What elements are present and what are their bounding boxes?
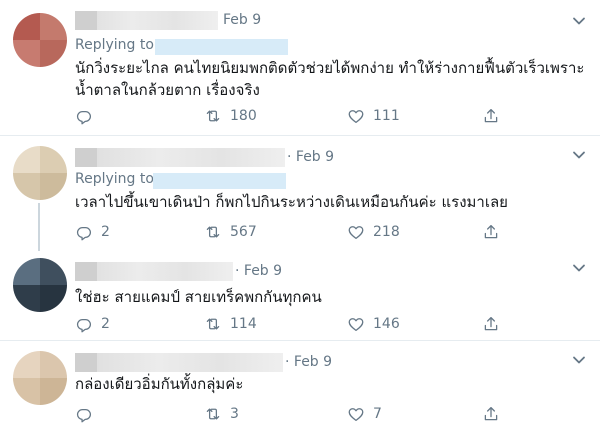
like-button[interactable]: 111: [347, 106, 400, 126]
tweet-text: กล่องเดียวอิ่มกันทั้งกลุ่มค่ะ: [75, 375, 244, 393]
tweet-date[interactable]: · Feb 9: [235, 263, 282, 279]
tweet-date[interactable]: · Feb 9: [285, 354, 332, 370]
retweet-count: 567: [230, 224, 257, 240]
avatar[interactable]: [13, 351, 67, 405]
retweet-button[interactable]: 567: [204, 222, 257, 242]
comment-icon: [75, 405, 93, 423]
like-count: 218: [373, 224, 400, 240]
avatar[interactable]: [13, 258, 67, 312]
share-icon: [482, 405, 500, 423]
chevron-down-icon[interactable]: [572, 150, 586, 160]
comment-icon: [75, 107, 93, 125]
chevron-down-icon[interactable]: [572, 355, 586, 365]
retweet-icon: [204, 223, 222, 241]
share-icon: [482, 223, 500, 241]
share-button[interactable]: [482, 404, 500, 424]
retweet-icon: [204, 405, 222, 423]
retweet-button[interactable]: 114: [204, 314, 257, 334]
author-name[interactable]: [75, 353, 283, 372]
like-count: 146: [373, 316, 400, 332]
avatar[interactable]: [13, 13, 67, 67]
tweet-text: ใช่ฮะ สายแคมป์ สายเทร็คพกกันทุกคน: [75, 288, 322, 306]
retweet-count: 3: [230, 406, 239, 422]
reply-button[interactable]: [75, 404, 101, 424]
tweet-text: เวลาไปขึ้นเขาเดินป่า ก็พกไปกินระหว่างเดิ…: [75, 193, 508, 211]
tweet-1[interactable]: Feb 9 Replying to นักวิ่งระยะไกล คนไทยนิ…: [0, 0, 600, 136]
share-button[interactable]: [482, 106, 500, 126]
author-name[interactable]: [75, 148, 285, 167]
tweet-date[interactable]: Feb 9: [223, 12, 261, 28]
author-name[interactable]: [75, 11, 218, 30]
tweet-4[interactable]: · Feb 9 กล่องเดียวอิ่มกันทั้งกลุ่มค่ะ 3 …: [0, 342, 600, 433]
tweet-date[interactable]: · Feb 9: [287, 149, 334, 165]
comment-icon: [75, 223, 93, 241]
replying-to-handle[interactable]: [153, 173, 286, 189]
reply-button[interactable]: [75, 106, 101, 126]
reply-count: 2: [101, 316, 110, 332]
tweet-2[interactable]: · Feb 9 Replying to เวลาไปขึ้นเขาเดินป่า…: [0, 137, 600, 251]
like-button[interactable]: 7: [347, 404, 382, 424]
like-button[interactable]: 146: [347, 314, 400, 334]
retweet-icon: [204, 315, 222, 333]
retweet-count: 114: [230, 316, 257, 332]
retweet-button[interactable]: 3: [204, 404, 239, 424]
like-button[interactable]: 218: [347, 222, 400, 242]
retweet-button[interactable]: 180: [204, 106, 257, 126]
author-name[interactable]: [75, 262, 233, 281]
share-icon: [482, 315, 500, 333]
share-button[interactable]: [482, 314, 500, 334]
share-button[interactable]: [482, 222, 500, 242]
replying-to-label: Replying to: [75, 171, 154, 187]
like-count: 111: [373, 108, 400, 124]
retweet-count: 180: [230, 108, 257, 124]
replying-to-label: Replying to: [75, 37, 154, 53]
heart-icon: [347, 223, 365, 241]
reply-button[interactable]: 2: [75, 314, 110, 334]
share-icon: [482, 107, 500, 125]
reply-count: 2: [101, 224, 110, 240]
comment-icon: [75, 315, 93, 333]
heart-icon: [347, 315, 365, 333]
reply-button[interactable]: 2: [75, 222, 110, 242]
heart-icon: [347, 107, 365, 125]
chevron-down-icon[interactable]: [572, 16, 586, 26]
like-count: 7: [373, 406, 382, 422]
thread-line: [38, 203, 40, 251]
retweet-icon: [204, 107, 222, 125]
tweet-3[interactable]: · Feb 9 ใช่ฮะ สายแคมป์ สายเทร็คพกกันทุกค…: [0, 249, 600, 341]
replying-to-handle[interactable]: [155, 39, 288, 55]
tweet-text: นักวิ่งระยะไกล คนไทยนิยมพกติดตัวช่วยได้พ…: [75, 59, 585, 99]
avatar[interactable]: [13, 146, 67, 200]
heart-icon: [347, 405, 365, 423]
chevron-down-icon[interactable]: [572, 263, 586, 273]
